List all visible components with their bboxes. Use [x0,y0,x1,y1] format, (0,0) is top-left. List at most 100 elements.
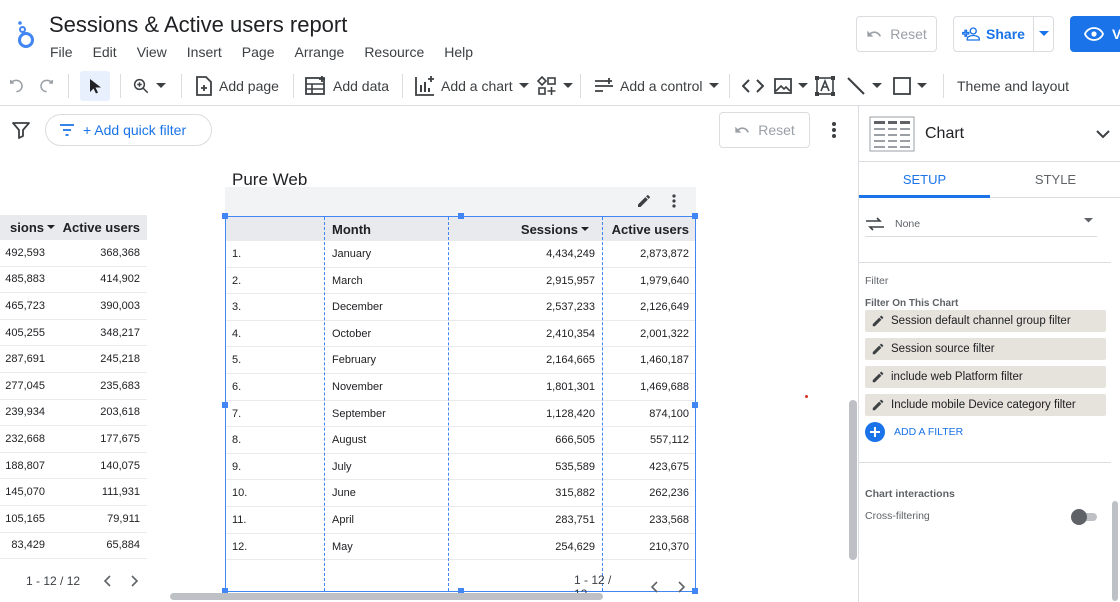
canvas-vertical-scrollbar[interactable] [849,400,857,560]
add-quick-filter-button[interactable]: + Add quick filter [45,114,212,146]
share-button[interactable]: Share [954,17,1034,51]
filter-chip[interactable]: include web Platform filter [865,366,1106,388]
zoom-button[interactable] [132,66,166,106]
table-row[interactable]: 7. September 1,128,420 874,100 [226,401,695,428]
table-row[interactable]: 485,883 414,902 [0,267,147,294]
next-page-icon[interactable] [122,571,148,591]
header-month[interactable]: Month [332,217,371,241]
undo-button[interactable] [7,66,25,106]
more-vert-icon[interactable] [826,120,842,140]
shape-button[interactable] [893,66,927,106]
embed-url-button[interactable] [742,66,764,106]
resize-handle[interactable] [222,213,228,219]
table-row[interactable]: 287,691 245,218 [0,346,147,373]
filter-chip[interactable]: Session default channel group filter [865,310,1106,332]
table-row[interactable]: 5. February 2,164,665 1,460,187 [226,347,695,374]
tab-style[interactable]: STYLE [990,162,1120,197]
left-header-active-users[interactable]: Active users [55,215,147,240]
add-control-button[interactable]: Add a control [594,66,719,106]
table-row[interactable]: 105,165 79,911 [0,506,147,533]
table-row[interactable]: 83,429 65,884 [0,533,147,560]
row-index-cell: 2. [232,274,242,287]
text-box-icon [815,76,835,96]
resize-handle[interactable] [222,402,228,408]
table-row[interactable]: 232,668 177,675 [0,426,147,453]
resize-handle[interactable] [458,213,464,219]
menu-resource[interactable]: Resource [354,43,434,61]
share-dropdown-button[interactable] [1034,17,1053,51]
table-row[interactable]: 8. August 666,505 557,112 [226,427,695,454]
community-visualizations-button[interactable] [537,66,573,106]
menu-page[interactable]: Page [232,43,285,61]
prev-page-icon[interactable] [94,571,120,591]
filter-chip[interactable]: Include mobile Device category filter [865,394,1106,416]
filter-chip[interactable]: Session source filter [865,338,1106,360]
edit-pencil-icon[interactable] [636,193,652,209]
line-button[interactable] [846,66,882,106]
table-row[interactable]: 277,045 235,683 [0,373,147,400]
menu-file[interactable]: File [40,43,83,61]
header-sessions[interactable]: Sessions [450,217,595,241]
prev-page-icon[interactable] [642,577,668,594]
add-page-button[interactable]: Add page [195,66,279,106]
table-row[interactable]: 239,934 203,618 [0,400,147,427]
table-row[interactable]: 6. November 1,801,301 1,469,688 [226,374,695,401]
table-row[interactable]: 145,070 111,931 [0,479,147,506]
resize-handle[interactable] [692,213,698,219]
edit-pencil-icon[interactable] [865,370,891,384]
table-row[interactable]: 492,593 368,368 [0,240,147,267]
table-row[interactable]: 10. June 315,882 262,236 [226,480,695,507]
table-row[interactable]: 405,255 348,217 [0,320,147,347]
table-row[interactable]: 465,723 390,003 [0,293,147,320]
left-table[interactable]: sions Active users 492,593 368,368 485,883… [0,215,147,560]
header-reset-button[interactable]: Reset [856,16,937,52]
menu-edit[interactable]: Edit [83,43,127,61]
redo-button[interactable] [38,66,56,106]
table-row[interactable]: 11. April 283,751 233,568 [226,507,695,534]
menu-view[interactable]: View [127,43,177,61]
month-cell: May [332,540,353,553]
cross-filtering-toggle[interactable] [1071,509,1097,525]
select-tool-button[interactable] [80,71,110,101]
tab-setup[interactable]: SETUP [859,162,990,198]
image-button[interactable] [774,66,808,106]
filter-reset-button[interactable]: Reset [719,112,810,148]
table-row[interactable]: 9. July 535,589 423,675 [226,454,695,481]
add-filter-button[interactable]: ADD A FILTER [865,422,963,442]
table-row[interactable]: 2. March 2,915,957 1,979,640 [226,268,695,295]
resize-handle[interactable] [692,588,698,594]
chart-more-vert-icon[interactable] [668,193,680,209]
looker-studio-logo-icon[interactable] [12,18,40,50]
table-row[interactable]: 4. October 2,410,354 2,001,322 [226,321,695,348]
theme-layout-button[interactable]: Theme and layout [957,66,1069,106]
report-canvas[interactable]: sions Active users 492,593 368,368 485,883… [0,166,858,594]
report-title[interactable]: Sessions & Active users report [49,12,347,38]
table-row[interactable]: 1. January 4,434,249 2,873,872 [226,241,695,268]
table-row[interactable]: 188,807 140,075 [0,453,147,480]
drill-down-select[interactable]: None [865,211,1097,237]
add-data-button[interactable]: Add data [305,66,389,106]
month-cell: June [332,487,356,500]
table-chart-type-icon[interactable] [869,116,915,152]
left-header-sessions[interactable]: sions [0,215,55,240]
header-active-users[interactable]: Active users [604,217,689,241]
canvas-horizontal-scrollbar[interactable] [170,593,603,600]
menu-insert[interactable]: Insert [177,43,232,61]
table-row[interactable]: 12. May 254,629 210,370 [226,534,695,561]
menu-help[interactable]: Help [434,43,483,61]
add-chart-button[interactable]: Add a chart [415,66,529,106]
edit-pencil-icon[interactable] [865,398,891,412]
edit-pencil-icon[interactable] [865,342,891,356]
resize-handle[interactable] [692,402,698,408]
panel-scrollbar[interactable] [1112,501,1118,601]
pure-web-table[interactable]: Month Sessions Active users 1. January 4,4… [222,213,698,594]
chevron-down-icon[interactable] [1095,124,1111,144]
row-index-cell: 3. [232,301,242,314]
text-box-button[interactable] [815,66,835,106]
filter-funnel-icon[interactable] [11,120,31,140]
active-users-cell: 1,469,688 [640,381,689,393]
menu-arrange[interactable]: Arrange [285,43,355,61]
view-button[interactable]: V [1070,16,1120,52]
table-row[interactable]: 3. December 2,537,233 2,126,649 [226,294,695,321]
edit-pencil-icon[interactable] [865,314,891,328]
